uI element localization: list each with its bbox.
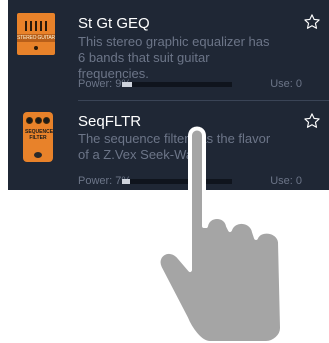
use-label: Use: 0 bbox=[270, 78, 302, 90]
tap-hand-icon bbox=[156, 126, 284, 343]
pedal-grille bbox=[25, 21, 47, 31]
power-bar bbox=[122, 82, 232, 87]
pedal-label: SEQUENCE FILTER bbox=[25, 129, 53, 147]
sequence-filter-pedal-icon: SEQUENCE FILTER bbox=[23, 112, 53, 162]
effect-description: This stereo graphic equalizer has 6 band… bbox=[78, 34, 270, 81]
pedal-footswitch bbox=[34, 152, 42, 158]
pedal-knobs bbox=[26, 117, 50, 125]
star-outline-icon[interactable] bbox=[303, 13, 321, 31]
pedal-knob bbox=[34, 46, 38, 50]
pedal-label: STEREO GUITAR GEQ bbox=[17, 34, 55, 42]
effect-list-item-st-gt-geq[interactable]: STEREO GUITAR GEQ St Gt GEQ This stereo … bbox=[8, 0, 329, 95]
power-bar-fill bbox=[122, 82, 132, 87]
stereo-guitar-geq-pedal-icon: STEREO GUITAR GEQ bbox=[17, 13, 55, 55]
effect-name: St Gt GEQ bbox=[78, 15, 150, 32]
list-divider bbox=[78, 100, 329, 101]
effect-name: SeqFLTR bbox=[78, 113, 142, 130]
power-bar-fill bbox=[122, 179, 130, 184]
pedal-label-line-2: FILTER bbox=[29, 135, 47, 141]
